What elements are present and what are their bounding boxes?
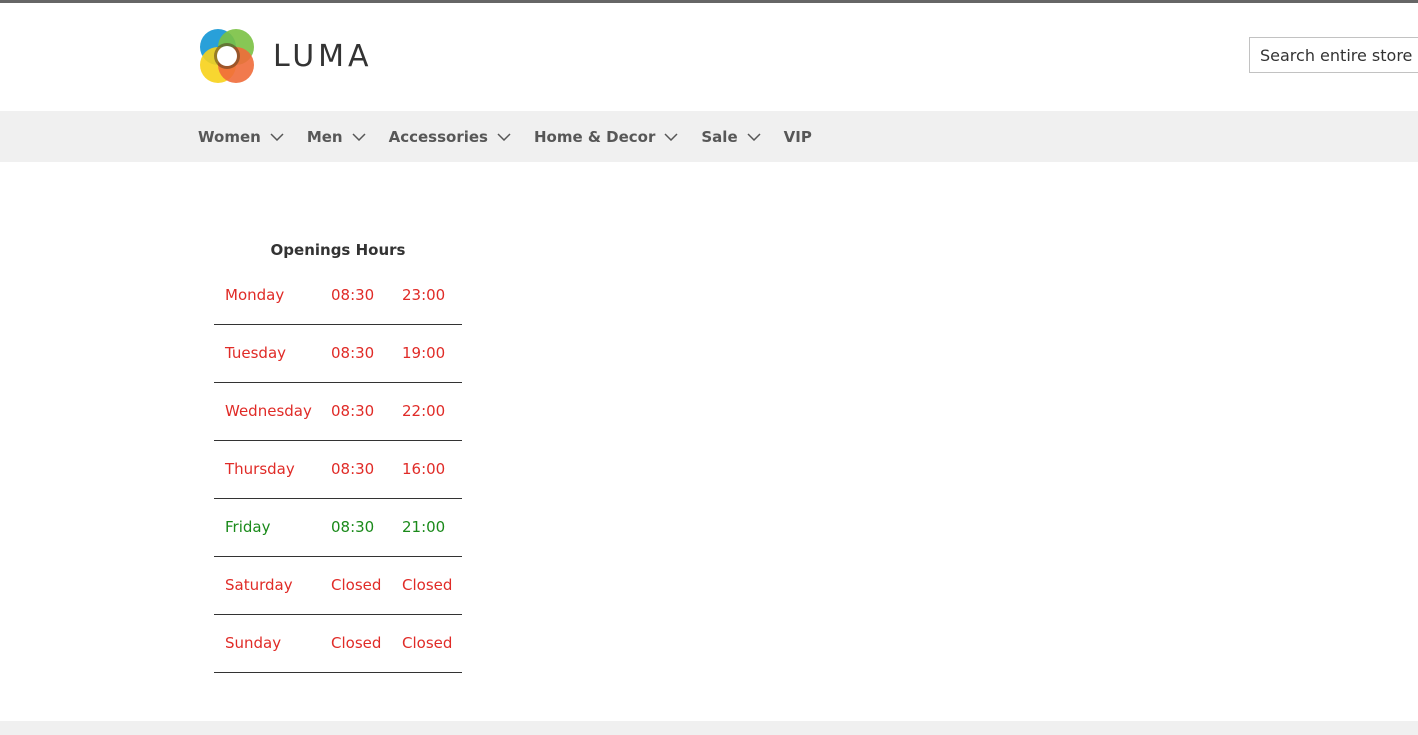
nav-item-home-decor[interactable]: Home & Decor (534, 128, 678, 146)
hours-row: Saturday Closed Closed (214, 556, 462, 614)
opening-hours-title: Openings Hours (270, 241, 406, 259)
hours-day: Wednesday (225, 402, 312, 420)
hours-close: 21:00 (402, 518, 446, 536)
footer-strip (0, 721, 1418, 735)
hours-close: 19:00 (402, 344, 446, 362)
page-header: LUMA (0, 3, 1418, 111)
luma-logo-icon (200, 29, 254, 83)
hours-day: Saturday (225, 576, 293, 594)
hours-close: 16:00 (402, 460, 446, 478)
hours-open: 08:30 (331, 402, 375, 420)
hours-open: Closed (331, 634, 382, 652)
nav-item-women[interactable]: Women (198, 128, 284, 146)
nav-item-label: Accessories (388, 127, 488, 146)
nav-item-label: Women (198, 127, 261, 146)
hours-day: Thursday (225, 460, 295, 478)
hours-row: Sunday Closed Closed (214, 614, 462, 672)
chevron-down-icon (664, 132, 678, 141)
chevron-down-icon (747, 132, 761, 141)
hours-open: 08:30 (331, 344, 375, 362)
hours-day: Sunday (225, 634, 282, 652)
hours-open: 08:30 (331, 460, 375, 478)
opening-hours-section: Openings Hours Monday 08:30 23:00 Tuesda… (214, 236, 462, 673)
hours-day: Tuesday (225, 344, 287, 362)
nav-item-men[interactable]: Men (307, 128, 366, 146)
chevron-down-icon (352, 132, 366, 141)
nav-item-label: Sale (701, 127, 738, 146)
nav-item-label: Men (306, 127, 343, 146)
hours-close: Closed (402, 634, 453, 652)
hours-close: 22:00 (402, 402, 446, 420)
opening-hours-table: Monday 08:30 23:00 Tuesday 08:30 19:00 W… (214, 266, 462, 673)
search-input[interactable] (1249, 37, 1418, 73)
chevron-down-icon (270, 132, 284, 141)
hours-row: Thursday 08:30 16:00 (214, 440, 462, 498)
hours-open: Closed (331, 576, 382, 594)
logo-link[interactable]: LUMA (199, 28, 373, 84)
hours-day: Monday (225, 285, 285, 304)
hours-close: 23:00 (402, 285, 446, 304)
hours-day: Friday (225, 518, 271, 536)
nav-item-accessories[interactable]: Accessories (389, 128, 511, 146)
hours-row-current-day: Friday 08:30 21:00 (214, 498, 462, 556)
hours-open: 08:30 (331, 518, 375, 536)
logo-text: LUMA (273, 38, 373, 74)
hours-open: 08:30 (331, 285, 375, 304)
nav-item-label: VIP (783, 127, 812, 146)
nav-item-label: Home & Decor (533, 127, 656, 146)
hours-row: Tuesday 08:30 19:00 (214, 324, 462, 382)
main-navigation: Women Men Accessories Home & Decor Sale … (0, 111, 1418, 162)
nav-item-sale[interactable]: Sale (701, 127, 761, 146)
nav-item-vip[interactable]: VIP (784, 128, 812, 146)
chevron-down-icon (497, 132, 511, 141)
hours-row: Wednesday 08:30 22:00 (214, 382, 462, 440)
hours-close: Closed (402, 576, 453, 594)
hours-row: Monday 08:30 23:00 (214, 266, 462, 324)
